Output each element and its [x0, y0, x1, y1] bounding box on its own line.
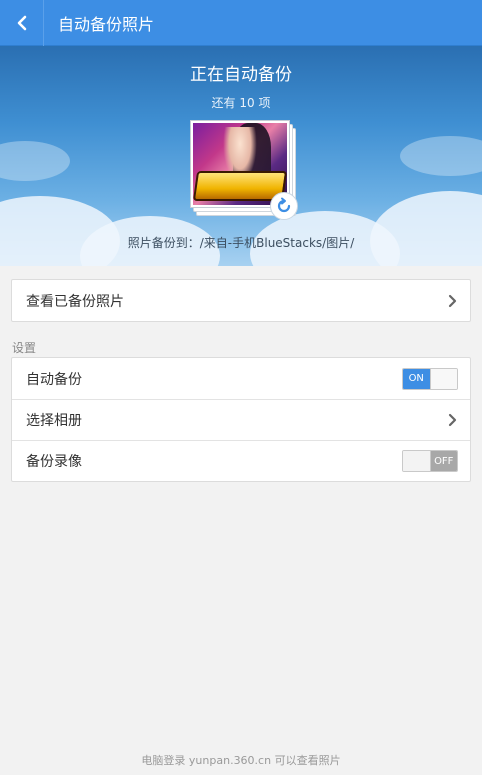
toggle-knob: [403, 451, 431, 471]
photo-thumbnail-stack: [190, 120, 300, 224]
chevron-left-icon: [17, 15, 26, 30]
backup-status-panel: 正在自动备份 还有 10 项 照片备份到：/来自-手机BlueStacks/图片…: [0, 46, 482, 266]
view-backed-up-photos-label: 查看已备份照片: [26, 293, 124, 310]
chevron-right-icon: [448, 294, 457, 307]
toggle-state-label: OFF: [430, 451, 457, 471]
select-album-row[interactable]: 选择相册: [12, 399, 470, 440]
settings-section-label: 设置: [12, 341, 37, 355]
remaining-count: 还有 10 项: [211, 96, 271, 110]
top-app-bar: 自动备份照片: [0, 0, 482, 46]
chevron-right-icon: [448, 413, 457, 427]
backup-video-toggle[interactable]: OFF: [402, 450, 458, 472]
sync-icon: [277, 197, 291, 213]
view-backup-card: 查看已备份照片: [11, 279, 471, 322]
backup-status-title: 正在自动备份: [190, 65, 292, 85]
cloud-decoration: [0, 141, 70, 181]
settings-card: 自动备份 ON 选择相册 备份录像 OFF: [11, 357, 471, 482]
backup-destination: 照片备份到：/来自-手机BlueStacks/图片/: [127, 236, 355, 250]
backup-video-label: 备份录像: [26, 454, 82, 470]
auto-backup-toggle[interactable]: ON: [402, 367, 458, 390]
back-button[interactable]: [0, 0, 44, 46]
cloud-decoration: [370, 191, 482, 266]
toggle-state-label: ON: [403, 368, 430, 389]
toggle-knob: [429, 368, 457, 389]
view-backed-up-photos[interactable]: 查看已备份照片: [12, 280, 470, 321]
backup-video-row: 备份录像 OFF: [12, 440, 470, 481]
footer-hint: 电脑登录 yunpan.360.cn 可以查看照片: [141, 754, 341, 767]
sync-badge: [270, 192, 298, 220]
thumbnail-image: [193, 123, 287, 205]
auto-backup-label: 自动备份: [26, 371, 82, 388]
cloud-decoration: [400, 136, 482, 176]
screen: 自动备份照片 正在自动备份 还有 10 项 照片备份到：/来自-手机BlueSt…: [0, 0, 482, 775]
page-title: 自动备份照片: [58, 14, 155, 34]
select-album-label: 选择相册: [26, 413, 82, 429]
auto-backup-row: 自动备份 ON: [12, 358, 470, 399]
